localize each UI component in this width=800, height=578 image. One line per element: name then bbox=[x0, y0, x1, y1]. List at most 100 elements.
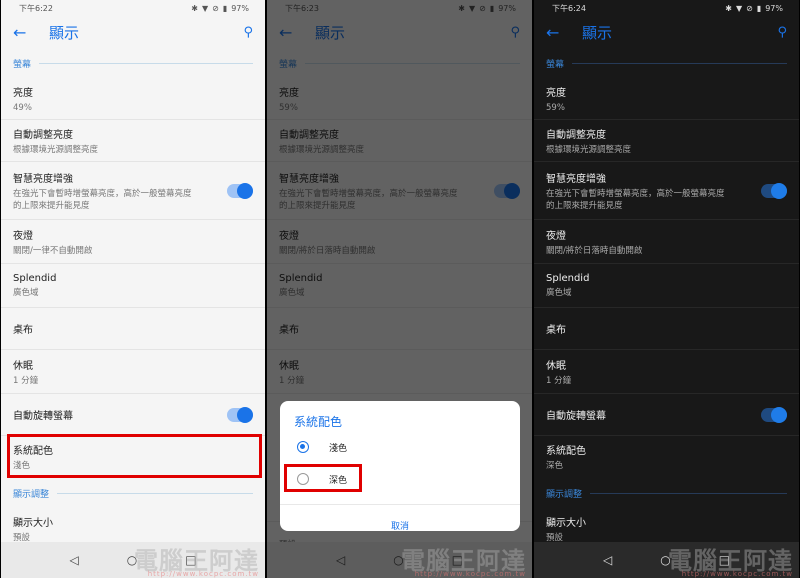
setting-brightness[interactable]: 亮度 49% bbox=[1, 78, 265, 120]
setting-system-theme[interactable]: 系統配色 淺色 bbox=[1, 436, 265, 478]
setting-summary: 關閉/一律不自動開啟 bbox=[13, 245, 93, 256]
battery-level: 97% bbox=[765, 3, 783, 13]
setting-title: 桌布 bbox=[546, 325, 566, 336]
navigation-bar: ◁ ○ □ bbox=[534, 542, 799, 578]
screenshot-theme-dialog: 下午6:23 ✱ ▼ ⊘ ▮ 97% ← 顯示 ⚲ 螢幕 亮度59% 自動調整亮… bbox=[267, 0, 532, 578]
section-header-adjust: 顯示調整 bbox=[1, 478, 265, 508]
smart-brightness-toggle[interactable] bbox=[761, 182, 787, 199]
nav-recent-icon[interactable]: □ bbox=[719, 553, 730, 567]
auto-rotate-toggle[interactable] bbox=[227, 406, 253, 423]
setting-summary: 49% bbox=[13, 102, 32, 113]
setting-summary: 關閉/將於日落時自動開啟 bbox=[546, 245, 643, 256]
section-header-screen: 螢幕 bbox=[534, 48, 799, 78]
section-header-screen: 螢幕 bbox=[1, 48, 265, 78]
section-label: 顯示調整 bbox=[13, 489, 50, 500]
smart-brightness-toggle[interactable] bbox=[227, 182, 253, 199]
nav-home-icon[interactable]: ○ bbox=[660, 553, 670, 567]
setting-summary: 深色 bbox=[546, 461, 564, 471]
status-time: 下午6:24 bbox=[552, 3, 586, 13]
setting-title: 夜燈 bbox=[13, 230, 33, 242]
setting-summary: 59% bbox=[546, 102, 565, 113]
section-label: 螢幕 bbox=[546, 59, 565, 70]
setting-title: 智慧亮度增強 bbox=[546, 173, 606, 185]
app-bar: ← 顯示 ⚲ bbox=[534, 16, 799, 48]
setting-auto-rotate[interactable]: 自動旋轉螢幕 bbox=[1, 394, 265, 436]
radio-selected-icon[interactable] bbox=[297, 441, 309, 453]
setting-title: 夜燈 bbox=[546, 230, 566, 242]
section-divider bbox=[39, 62, 253, 64]
setting-summary: 1 分鐘 bbox=[546, 375, 572, 386]
setting-title: 亮度 bbox=[13, 87, 33, 99]
search-icon[interactable]: ⚲ bbox=[243, 25, 253, 40]
dialog-title: 系統配色 bbox=[294, 415, 343, 429]
screenshot-light-theme: 下午6:22 ✱ ▼ ⊘ ▮ 97% ← 顯示 ⚲ 螢幕 亮度 49% 自動調整亮… bbox=[1, 0, 265, 578]
navigation-bar: ◁ ○ □ bbox=[1, 542, 265, 578]
setting-title: 亮度 bbox=[546, 87, 566, 99]
bluetooth-icon: ✱ bbox=[725, 3, 732, 13]
search-icon[interactable]: ⚲ bbox=[777, 25, 787, 40]
setting-sleep[interactable]: 休眠 1 分鐘 bbox=[534, 350, 799, 394]
status-bar: 下午6:22 ✱ ▼ ⊘ ▮ 97% bbox=[1, 0, 265, 16]
setting-night-light[interactable]: 夜燈關閉/將於日落時自動開啟 bbox=[534, 220, 799, 264]
section-label: 螢幕 bbox=[13, 59, 32, 70]
setting-title: 休眠 bbox=[13, 360, 33, 372]
no-sim-icon: ⊘ bbox=[212, 3, 219, 13]
option-label: 淺色 bbox=[329, 443, 348, 454]
nav-home-icon[interactable]: ○ bbox=[127, 553, 137, 567]
setting-brightness[interactable]: 亮度 59% bbox=[534, 78, 799, 120]
setting-wallpaper[interactable]: 桌布 bbox=[534, 308, 799, 350]
setting-auto-rotate[interactable]: 自動旋轉螢幕 bbox=[534, 394, 799, 436]
setting-summary: 根據環境光源調整亮度 bbox=[546, 144, 632, 155]
radio-unselected-icon[interactable] bbox=[297, 473, 309, 485]
nav-recent-icon[interactable]: □ bbox=[185, 553, 196, 567]
screenshot-dark-theme: 下午6:24 ✱ ▼ ⊘ ▮ 97% ← 顯示 ⚲ 螢幕 亮度 59% 自動調整亮… bbox=[534, 0, 799, 578]
back-arrow-icon[interactable]: ← bbox=[13, 23, 35, 42]
setting-smart-brightness[interactable]: 智慧亮度增強在強光下會暫時增螢幕亮度，高於一般螢幕亮度的上限來提升能見度 bbox=[534, 162, 799, 220]
wifi-icon: ▼ bbox=[201, 3, 209, 13]
setting-system-theme[interactable]: 系統配色 深色 bbox=[534, 436, 799, 478]
nav-back-icon[interactable]: ◁ bbox=[69, 553, 78, 567]
setting-smart-brightness[interactable]: 智慧亮度增強在強光下會暫時增螢幕亮度，高於一般螢幕亮度的上限來提升能見度 bbox=[1, 162, 265, 220]
setting-title: 自動旋轉螢幕 bbox=[546, 411, 606, 422]
setting-title: 顯示大小 bbox=[546, 518, 586, 529]
setting-title: Splendid bbox=[546, 272, 590, 284]
status-bar: 下午6:24 ✱ ▼ ⊘ ▮ 97% bbox=[534, 0, 799, 16]
setting-title: 休眠 bbox=[546, 360, 566, 372]
option-dark[interactable]: 深色 bbox=[280, 466, 520, 492]
status-time: 下午6:22 bbox=[19, 3, 53, 13]
section-divider bbox=[572, 62, 787, 64]
battery-icon: ▮ bbox=[222, 3, 228, 13]
option-label: 深色 bbox=[329, 475, 348, 486]
cancel-button[interactable]: 取消 bbox=[280, 505, 520, 532]
setting-auto-brightness[interactable]: 自動調整亮度根據環境光源調整亮度 bbox=[1, 120, 265, 162]
setting-splendid[interactable]: Splendid 廣色域 bbox=[1, 264, 265, 308]
setting-title: 系統配色 bbox=[546, 446, 586, 457]
setting-title: 顯示大小 bbox=[13, 518, 53, 529]
setting-title: 自動旋轉螢幕 bbox=[13, 411, 73, 422]
setting-title: 自動調整亮度 bbox=[13, 129, 73, 141]
section-label: 顯示調整 bbox=[546, 489, 583, 500]
setting-night-light[interactable]: 夜燈關閉/一律不自動開啟 bbox=[1, 220, 265, 264]
section-header-adjust: 顯示調整 bbox=[534, 478, 799, 508]
option-light[interactable]: 淺色 bbox=[280, 434, 520, 460]
nav-back-icon[interactable]: ◁ bbox=[603, 553, 612, 567]
auto-rotate-toggle[interactable] bbox=[761, 406, 787, 423]
app-bar: ← 顯示 ⚲ bbox=[1, 16, 265, 48]
setting-summary: 在強光下會暫時增螢幕亮度，高於一般螢幕亮度的上限來提升能見度 bbox=[13, 188, 192, 211]
back-arrow-icon[interactable]: ← bbox=[546, 23, 568, 42]
section-divider bbox=[590, 492, 787, 494]
setting-wallpaper[interactable]: 桌布 bbox=[1, 308, 265, 350]
setting-title: 智慧亮度增強 bbox=[13, 173, 73, 185]
setting-summary: 1 分鐘 bbox=[13, 375, 39, 386]
wifi-icon: ▼ bbox=[735, 3, 743, 13]
setting-title: Splendid bbox=[13, 272, 57, 284]
setting-sleep[interactable]: 休眠 1 分鐘 bbox=[1, 350, 265, 394]
section-divider bbox=[57, 492, 253, 494]
setting-splendid[interactable]: Splendid 廣色域 bbox=[534, 264, 799, 308]
no-sim-icon: ⊘ bbox=[746, 3, 753, 13]
setting-auto-brightness[interactable]: 自動調整亮度根據環境光源調整亮度 bbox=[534, 120, 799, 162]
page-title: 顯示 bbox=[582, 23, 613, 42]
bluetooth-icon: ✱ bbox=[191, 3, 198, 13]
setting-title: 自動調整亮度 bbox=[546, 129, 606, 141]
battery-icon: ▮ bbox=[756, 3, 762, 13]
